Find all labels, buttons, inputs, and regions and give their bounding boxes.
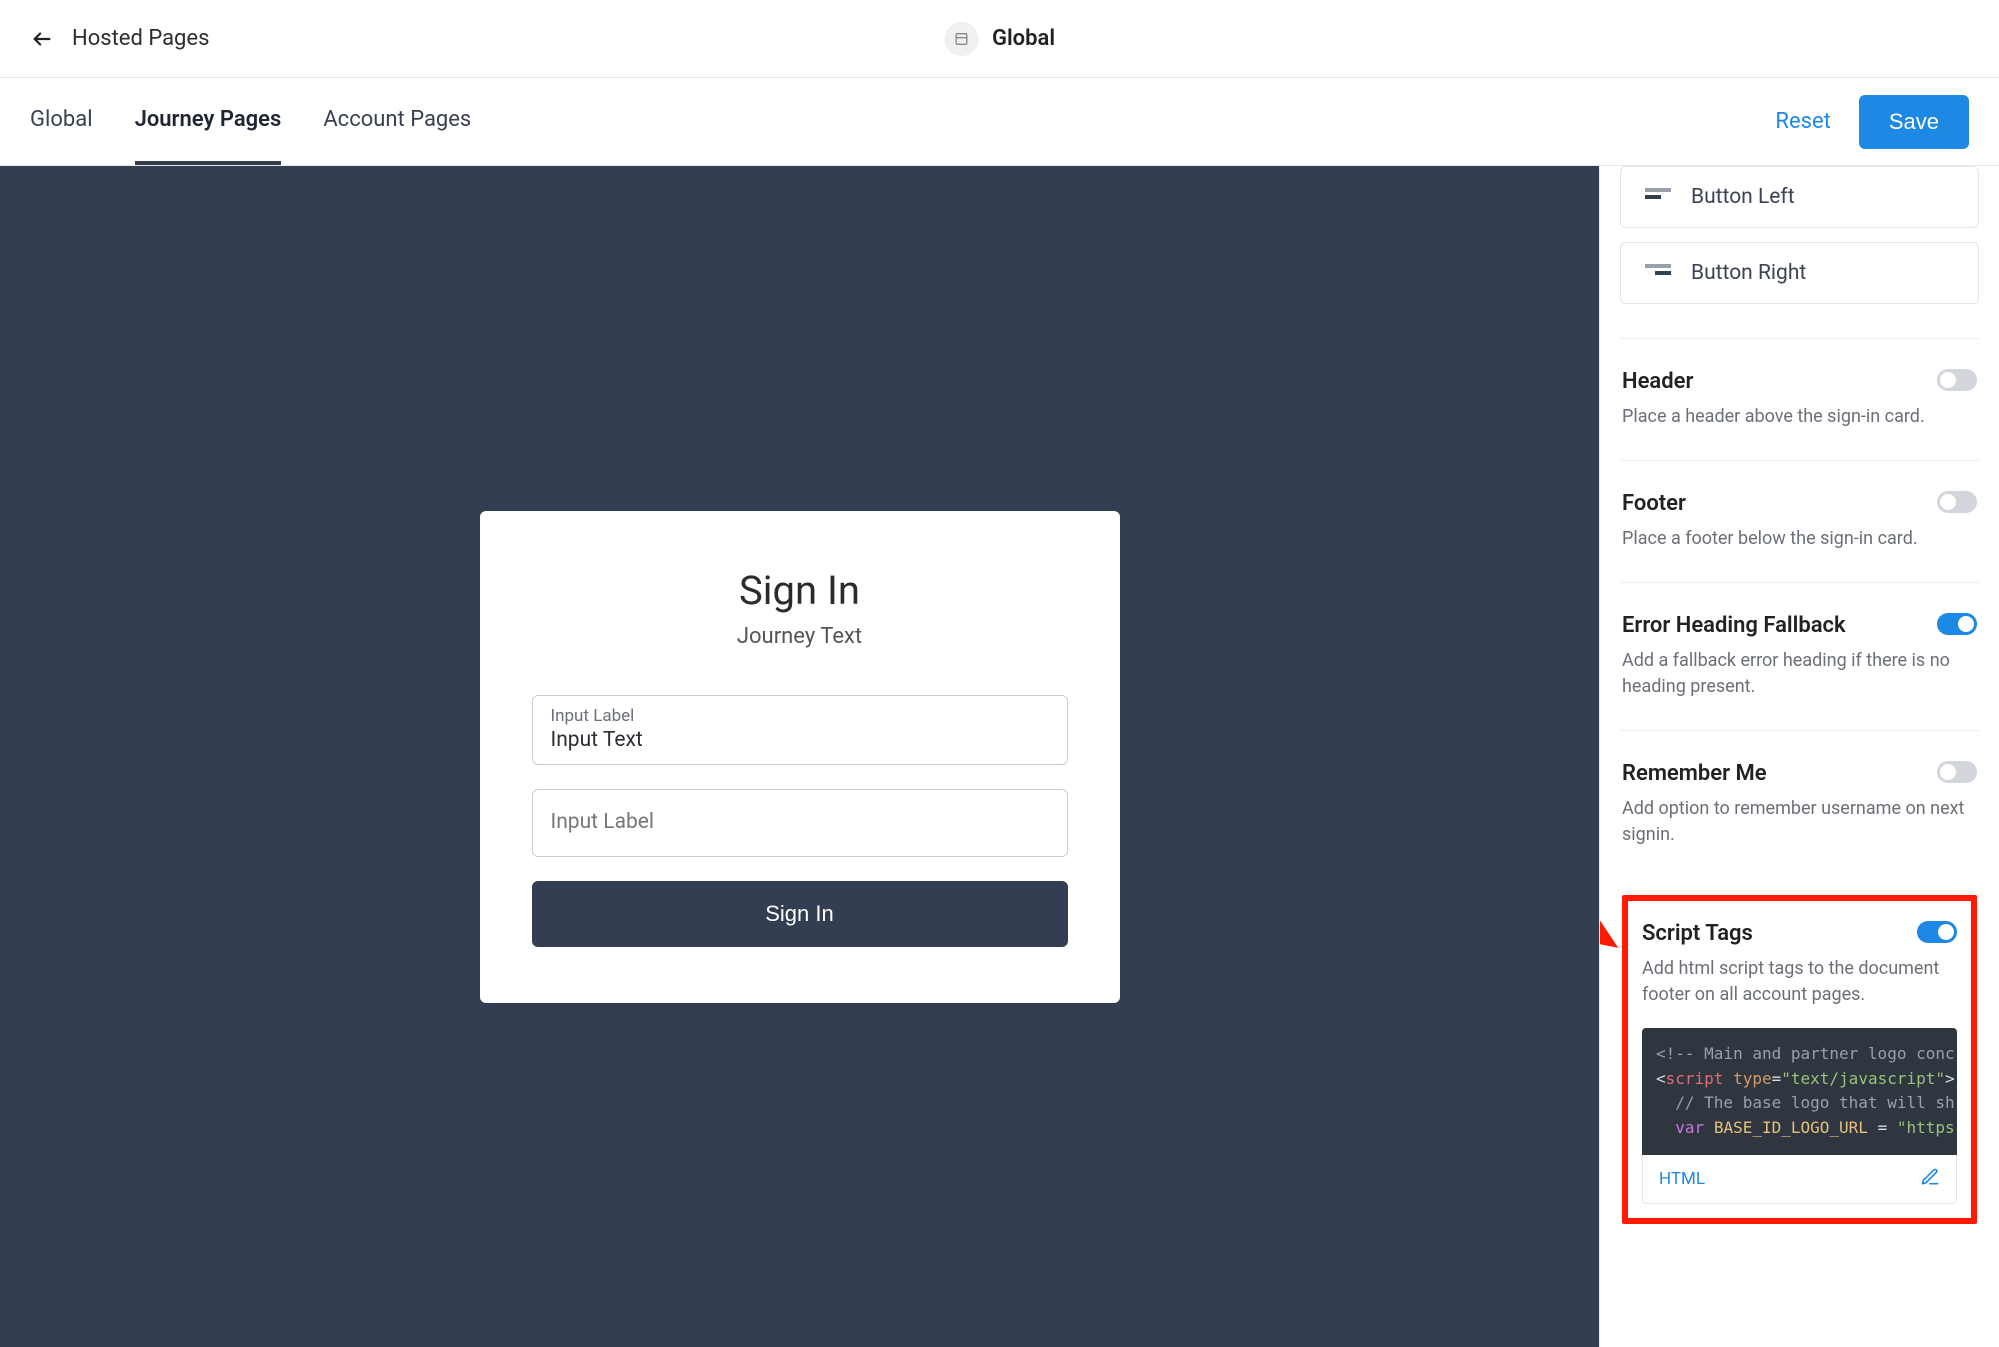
tab-account-pages[interactable]: Account Pages bbox=[323, 78, 471, 165]
code-line-1: <!-- Main and partner logo conc bbox=[1656, 1044, 1955, 1063]
tab-row: Global Journey Pages Account Pages Reset… bbox=[0, 78, 1999, 166]
align-left-icon bbox=[1645, 188, 1671, 206]
toggle-script-tags[interactable] bbox=[1917, 921, 1957, 943]
main: Sign In Journey Text Input Label Input T… bbox=[0, 166, 1999, 1347]
section-footer: Footer Place a footer below the sign-in … bbox=[1620, 460, 1979, 582]
signin-card: Sign In Journey Text Input Label Input T… bbox=[480, 511, 1120, 1003]
input-label-2: Input Label bbox=[551, 800, 1049, 844]
section-remember-desc: Add option to remember username on next … bbox=[1622, 796, 1977, 848]
script-lang-label: HTML bbox=[1659, 1169, 1705, 1189]
topbar: Hosted Pages Global bbox=[0, 0, 1999, 78]
input-field-2[interactable]: Input Label bbox=[532, 789, 1068, 857]
tab-global[interactable]: Global bbox=[30, 78, 93, 165]
script-code-preview: <!-- Main and partner logo conc <script … bbox=[1642, 1028, 1957, 1155]
scope-label: Global bbox=[992, 26, 1055, 51]
section-script-title: Script Tags bbox=[1642, 921, 1753, 946]
scope-indicator: Global bbox=[944, 22, 1055, 56]
section-remember-title: Remember Me bbox=[1622, 761, 1767, 786]
section-footer-title: Footer bbox=[1622, 491, 1686, 516]
section-footer-desc: Place a footer below the sign-in card. bbox=[1622, 526, 1977, 552]
code-line-2: <script type="text/javascript"> bbox=[1656, 1067, 1943, 1092]
card-subheading: Journey Text bbox=[532, 624, 1068, 649]
toggle-header[interactable] bbox=[1937, 369, 1977, 391]
reset-button[interactable]: Reset bbox=[1775, 109, 1830, 134]
script-code-footer: HTML bbox=[1642, 1155, 1957, 1204]
scope-icon bbox=[944, 22, 978, 56]
option-button-left-label: Button Left bbox=[1691, 185, 1795, 209]
back-button[interactable] bbox=[28, 25, 56, 53]
option-button-right-label: Button Right bbox=[1691, 261, 1806, 285]
toggle-footer[interactable] bbox=[1937, 491, 1977, 513]
section-error-desc: Add a fallback error heading if there is… bbox=[1622, 648, 1977, 700]
save-button[interactable]: Save bbox=[1859, 95, 1969, 149]
code-line-4: var BASE_ID_LOGO_URL = "https bbox=[1656, 1116, 1943, 1141]
tab-journey-pages[interactable]: Journey Pages bbox=[135, 78, 282, 165]
option-button-right[interactable]: Button Right bbox=[1620, 242, 1979, 304]
settings-panel: Button Left Button Right Header Place a … bbox=[1599, 166, 1999, 1347]
toggle-error-heading-fallback[interactable] bbox=[1937, 613, 1977, 635]
section-remember-me: Remember Me Add option to remember usern… bbox=[1620, 730, 1979, 878]
edit-script-button[interactable] bbox=[1920, 1167, 1940, 1191]
section-script-tags-wrapper: Script Tags Add html script tags to the … bbox=[1620, 879, 1979, 1254]
section-error-title: Error Heading Fallback bbox=[1622, 613, 1846, 638]
section-script-desc: Add html script tags to the document foo… bbox=[1642, 956, 1957, 1008]
option-button-left[interactable]: Button Left bbox=[1620, 166, 1979, 228]
arrow-left-icon bbox=[31, 28, 53, 50]
section-script-tags: Script Tags Add html script tags to the … bbox=[1622, 895, 1977, 1224]
align-right-icon bbox=[1645, 264, 1671, 282]
page-title: Hosted Pages bbox=[72, 26, 209, 51]
input-value-1: Input Text bbox=[551, 728, 1049, 752]
code-line-3: // The base logo that will sh bbox=[1656, 1091, 1943, 1116]
card-heading: Sign In bbox=[532, 567, 1068, 614]
section-header: Header Place a header above the sign-in … bbox=[1620, 338, 1979, 460]
input-label-1: Input Label bbox=[551, 706, 1049, 726]
preview-canvas: Sign In Journey Text Input Label Input T… bbox=[0, 166, 1599, 1347]
section-header-desc: Place a header above the sign-in card. bbox=[1622, 404, 1977, 430]
toggle-remember-me[interactable] bbox=[1937, 761, 1977, 783]
signin-button[interactable]: Sign In bbox=[532, 881, 1068, 947]
pencil-icon bbox=[1920, 1167, 1940, 1187]
input-field-1[interactable]: Input Label Input Text bbox=[532, 695, 1068, 765]
section-header-title: Header bbox=[1622, 369, 1693, 394]
section-error-heading-fallback: Error Heading Fallback Add a fallback er… bbox=[1620, 582, 1979, 730]
